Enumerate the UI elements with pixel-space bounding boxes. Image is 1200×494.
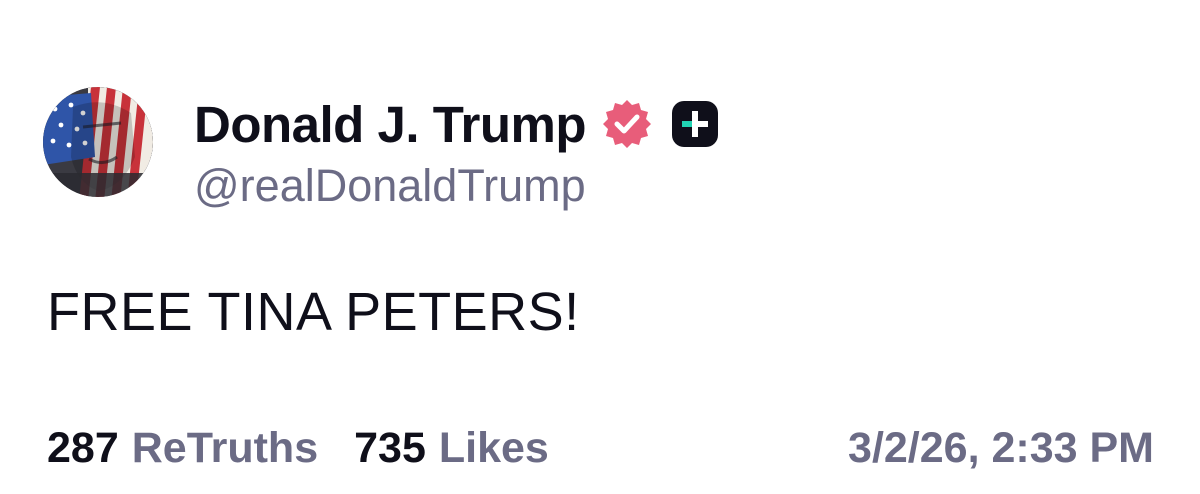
post-footer: 287 ReTruths 735 Likes 3/2/26, 2:33 PM <box>47 425 1154 471</box>
retruths-count: 287 <box>47 423 119 472</box>
likes-count: 735 <box>354 423 426 472</box>
likes-stat[interactable]: 735 Likes <box>354 423 549 472</box>
post-timestamp[interactable]: 3/2/26, 2:33 PM <box>848 426 1154 470</box>
retruths-label: ReTruths <box>131 423 319 472</box>
verified-badge-icon <box>600 97 654 151</box>
user-handle[interactable]: @realDonaldTrump <box>194 163 586 208</box>
display-name-row: Donald J. Trump <box>194 92 722 156</box>
retruths-stat[interactable]: 287 ReTruths <box>47 423 319 472</box>
truth-plus-icon <box>668 97 722 151</box>
avatar[interactable] <box>43 87 153 197</box>
post-card: Donald J. Trump @realDonaldTrump FREE TI… <box>0 0 1200 494</box>
flag-portrait-avatar-icon <box>43 87 153 197</box>
likes-label: Likes <box>438 423 549 472</box>
post-text: FREE TINA PETERS! <box>47 282 580 342</box>
display-name[interactable]: Donald J. Trump <box>194 99 587 150</box>
